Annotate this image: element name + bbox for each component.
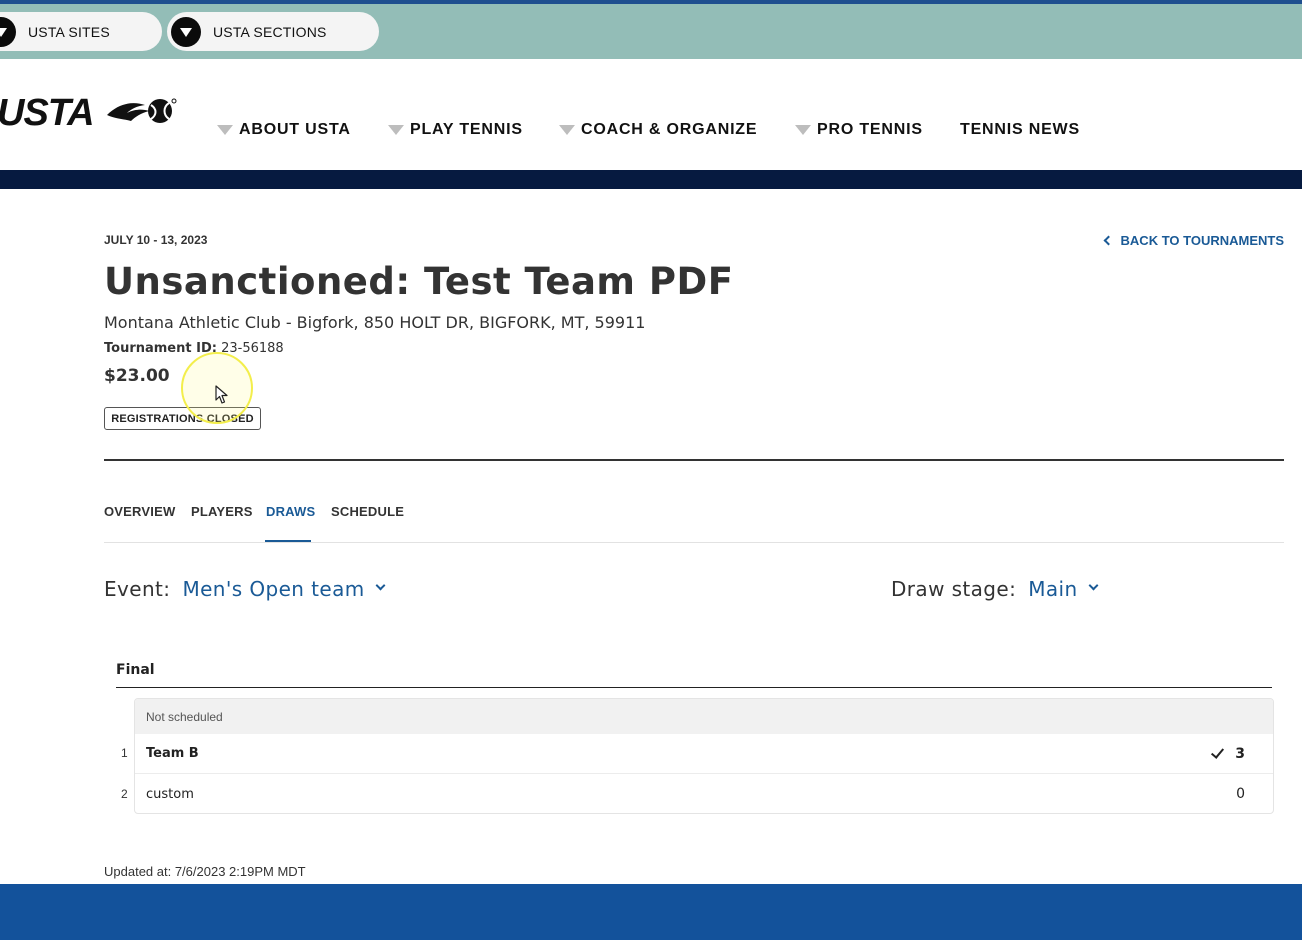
team-name: Team B	[146, 746, 199, 761]
caret-down-icon	[795, 125, 811, 135]
match-card[interactable]: Not scheduled Team B 3 custom 0	[134, 698, 1274, 814]
nav-play-tennis[interactable]: PLAY TENNIS	[388, 118, 523, 142]
draw-stage-select[interactable]: Main	[1028, 577, 1077, 601]
nav-label: ABOUT USTA	[239, 121, 351, 138]
event-label: Event:	[104, 577, 171, 601]
usta-sites-dropdown[interactable]: USTA SITES	[0, 12, 162, 51]
nav-label: TENNIS NEWS	[960, 121, 1080, 138]
event-select[interactable]: Men's Open team	[182, 577, 364, 601]
tennis-ball-flame-icon	[107, 98, 177, 123]
nav-coach-organize[interactable]: COACH & ORGANIZE	[559, 118, 757, 142]
caret-down-icon	[217, 125, 233, 135]
seed-number: 2	[121, 787, 128, 801]
nav-about-usta[interactable]: ABOUT USTA	[217, 118, 351, 142]
tournament-id-label: Tournament ID:	[104, 341, 217, 356]
header-band	[0, 170, 1302, 189]
dropdown-circle-icon	[171, 16, 201, 47]
tab-draws[interactable]: DRAWS	[266, 504, 315, 542]
nav-label: PRO TENNIS	[817, 121, 923, 138]
event-filter: Event: Men's Open team	[104, 577, 386, 601]
nav-tennis-news[interactable]: TENNIS NEWS	[960, 118, 1080, 142]
team-name: custom	[146, 786, 194, 802]
seed-number: 1	[121, 746, 128, 760]
site-footer	[0, 884, 1302, 940]
tabs-divider	[104, 542, 1284, 543]
tournament-location: Montana Athletic Club - Bigfork, 850 HOL…	[104, 313, 646, 332]
mouse-pointer-icon	[215, 385, 228, 404]
round-title: Final	[116, 662, 155, 678]
team-score: 0	[1236, 774, 1245, 813]
team-score: 3	[1211, 734, 1245, 774]
tab-schedule[interactable]: SCHEDULE	[331, 504, 404, 542]
tournament-date: JULY 10 - 13, 2023	[104, 233, 208, 247]
chevron-down-icon[interactable]	[1088, 580, 1099, 590]
back-to-tournaments-link[interactable]: BACK TO TOURNAMENTS	[1103, 233, 1284, 248]
nav-label: COACH & ORGANIZE	[581, 121, 758, 138]
tab-overview[interactable]: OVERVIEW	[104, 504, 175, 542]
chevron-down-icon[interactable]	[375, 580, 386, 590]
winner-check-icon	[1211, 745, 1225, 759]
chevron-left-icon	[1103, 235, 1113, 246]
caret-down-icon	[388, 125, 404, 135]
usta-sections-label: USTA SECTIONS	[213, 23, 327, 40]
match-entry-row: Team B 3	[135, 734, 1273, 774]
score-value: 3	[1235, 746, 1245, 762]
section-divider	[104, 459, 1284, 461]
draw-stage-filter: Draw stage: Main	[891, 577, 1099, 601]
usta-logo[interactable]: USTA	[0, 92, 182, 134]
caret-down-icon	[559, 125, 575, 135]
tournament-price: $23.00	[104, 366, 170, 386]
usta-sites-label: USTA SITES	[28, 23, 110, 40]
match-entry-row: custom 0	[135, 774, 1273, 813]
back-link-label: BACK TO TOURNAMENTS	[1120, 233, 1284, 248]
site-header: USTA ABOUT USTA PLAY TENNIS COACH & ORGA…	[0, 59, 1302, 170]
score-value: 0	[1236, 786, 1245, 802]
match-status: Not scheduled	[135, 699, 1273, 734]
nav-label: PLAY TENNIS	[410, 121, 523, 138]
updated-timestamp: Updated at: 7/6/2023 2:19PM MDT	[104, 864, 306, 879]
dropdown-circle-icon	[0, 16, 16, 47]
nav-pro-tennis[interactable]: PRO TENNIS	[795, 118, 923, 142]
logo-wordmark: USTA	[0, 92, 95, 134]
draw-stage-label: Draw stage:	[891, 577, 1017, 601]
page-title: Unsanctioned: Test Team PDF	[104, 260, 734, 303]
tournament-id: Tournament ID: 23-56188	[104, 341, 284, 356]
utility-bar: USTA SITES USTA SECTIONS	[0, 4, 1302, 59]
tab-players[interactable]: PLAYERS	[191, 504, 253, 542]
round-divider	[116, 687, 1272, 688]
usta-sections-dropdown[interactable]: USTA SECTIONS	[167, 12, 379, 51]
